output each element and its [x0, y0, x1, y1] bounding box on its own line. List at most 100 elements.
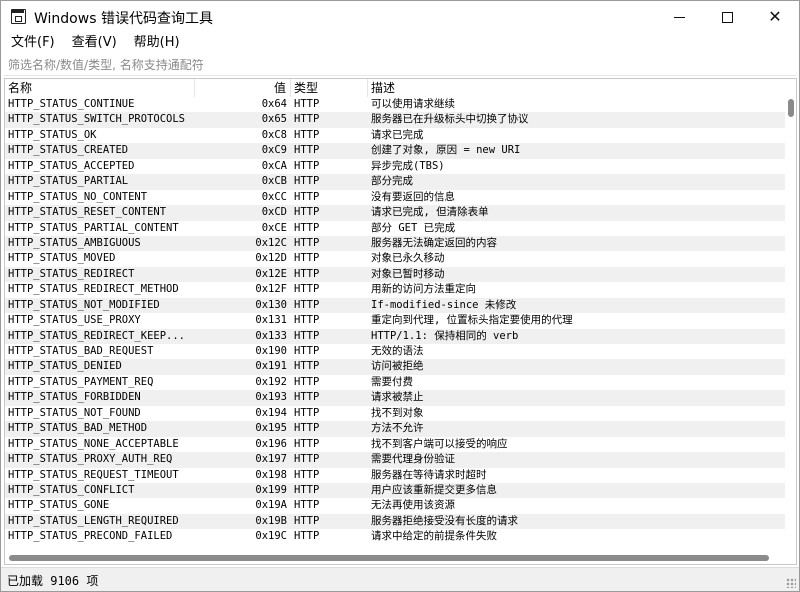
status-text: 已加载 9106 项 — [7, 574, 99, 588]
table-row[interactable]: HTTP_STATUS_ACCEPTED 0xCA HTTP 异步完成(TBS) — [5, 159, 786, 174]
table-row[interactable]: HTTP_STATUS_CONFLICT 0x199 HTTP 用户应该重新提交更多信… — [5, 482, 786, 499]
cell-name: HTTP_STATUS_USE_PROXY — [8, 314, 141, 327]
column-header-name[interactable]: 名称 — [5, 79, 195, 97]
cell-value: 0x192 — [255, 375, 287, 388]
table-row[interactable]: HTTP_STATUS_NO_CONTENT 0xCC HTTP 没有要返回的信息 — [5, 190, 786, 205]
cell-type: HTTP — [294, 345, 320, 357]
cell-name: HTTP_STATUS_PRECOND_FAILED — [8, 530, 173, 543]
cell-description: 创建了对象, 原因 = new URI — [371, 144, 521, 157]
cell-type: HTTP — [294, 483, 320, 496]
table-row[interactable]: HTTP_STATUS_REQUEST_TIMEOUT 0x198 HTTP 服务器在… — [5, 468, 786, 483]
table-row[interactable]: HTTP_STATUS_REDIRECT 0x12E HTTP 对象已暂时移动 — [5, 266, 786, 283]
table-row[interactable]: HTTP_STATUS_NOT_FOUND 0x194 HTTP 找不到对象 — [5, 406, 786, 421]
table-row[interactable]: HTTP_STATUS_BAD_METHOD 0x195 HTTP 方法不允许 — [5, 421, 786, 437]
cell-type: HTTP — [294, 375, 320, 388]
table-row[interactable]: HTTP_STATUS_PRECOND_FAILED 0x19C HTTP 请求中给定… — [5, 529, 786, 544]
cell-name: HTTP_STATUS_FORBIDDEN — [8, 391, 141, 404]
menu-view[interactable]: 查看(V) — [62, 33, 124, 54]
cell-description: 用新的访问方法重定向 — [371, 283, 476, 296]
vertical-scrollbar[interactable] — [785, 79, 796, 553]
cell-type: HTTP — [294, 221, 320, 234]
cell-name: HTTP_STATUS_REDIRECT — [8, 267, 135, 280]
cell-value: 0xCB — [261, 175, 287, 188]
app-window: Windows 错误代码查询工具 ✕ 文件(F) 查看(V) 帮助(H) 名称 … — [0, 0, 800, 592]
table-row[interactable]: HTTP_STATUS_BAD_REQUEST 0x190 HTTP 无效的语法 — [5, 344, 786, 359]
table-row[interactable]: HTTP_STATUS_CREATED 0xC9 HTTP 创建了对象, 原因 = n… — [5, 143, 786, 159]
cell-description: 服务器在等待请求时超时 — [371, 468, 487, 481]
cell-value: 0x12F — [255, 283, 287, 296]
cell-description: 服务器无法确定返回的内容 — [371, 236, 497, 249]
cell-value: 0x197 — [255, 453, 287, 466]
column-header-value[interactable]: 值 — [195, 79, 291, 97]
cell-description: If-modified-since 未修改 — [371, 298, 517, 311]
cell-value: 0xCA — [261, 159, 287, 172]
minimize-button[interactable] — [655, 1, 703, 33]
table-row[interactable]: HTTP_STATUS_NOT_MODIFIED 0x130 HTTP If-modi… — [5, 297, 786, 314]
cell-name: HTTP_STATUS_REDIRECT_KEEP... — [8, 329, 186, 342]
table-row[interactable]: HTTP_STATUS_USE_PROXY 0x131 HTTP 重定向到代理, 位置… — [5, 313, 786, 328]
table-row[interactable]: HTTP_STATUS_OK 0xC8 HTTP 请求已完成 — [5, 128, 786, 143]
table-row[interactable]: HTTP_STATUS_PROXY_AUTH_REQ 0x197 HTTP 需要代理身… — [5, 452, 786, 468]
vertical-scroll-thumb[interactable] — [788, 99, 794, 117]
maximize-button[interactable] — [703, 1, 751, 33]
table-row[interactable]: HTTP_STATUS_REDIRECT_METHOD 0x12F HTTP 用新的访… — [5, 282, 786, 297]
menu-bar: 文件(F) 查看(V) 帮助(H) — [1, 33, 799, 54]
cell-value: 0x64 — [261, 98, 287, 110]
filter-input[interactable] — [4, 54, 797, 76]
table-row[interactable]: HTTP_STATUS_NONE_ACCEPTABLE 0x196 HTTP 找不到客… — [5, 437, 786, 452]
column-header-description[interactable]: 描述 — [368, 79, 786, 97]
menu-help[interactable]: 帮助(H) — [124, 33, 187, 54]
column-header-type[interactable]: 类型 — [291, 79, 368, 97]
cell-type: HTTP — [294, 128, 320, 141]
status-bar: 已加载 9106 项 — [1, 567, 799, 591]
cell-type: HTTP — [294, 144, 320, 157]
cell-name: HTTP_STATUS_PARTIAL — [8, 175, 129, 188]
cell-type: HTTP — [294, 159, 320, 172]
table-row[interactable]: HTTP_STATUS_GONE 0x19A HTTP 无法再使用该资源 — [5, 498, 786, 513]
table-row[interactable]: HTTP_STATUS_MOVED 0x12D HTTP 对象已永久移动 — [5, 251, 786, 266]
cell-name: HTTP_STATUS_BAD_METHOD — [8, 422, 148, 435]
menu-file[interactable]: 文件(F) — [1, 33, 62, 54]
table-row[interactable]: HTTP_STATUS_RESET_CONTENT 0xCD HTTP 请求已完成, … — [5, 205, 786, 221]
table-row[interactable]: HTTP_STATUS_PAYMENT_REQ 0x192 HTTP 需要付费 — [5, 375, 786, 390]
close-button[interactable]: ✕ — [751, 1, 799, 33]
app-window-icon — [11, 9, 26, 24]
cell-value: 0x130 — [255, 298, 287, 311]
cell-description: 请求被禁止 — [371, 391, 424, 404]
table-row[interactable]: HTTP_STATUS_CONTINUE 0x64 HTTP 可以使用请求继续 — [5, 97, 786, 112]
maximize-icon — [721, 11, 733, 23]
cell-name: HTTP_STATUS_REQUEST_TIMEOUT — [8, 468, 179, 481]
window-title: Windows 错误代码查询工具 — [34, 11, 213, 27]
cell-type: HTTP — [294, 252, 320, 265]
cell-type: HTTP — [294, 236, 320, 249]
title-bar[interactable]: Windows 错误代码查询工具 ✕ — [1, 1, 799, 33]
cell-value: 0x12C — [255, 236, 287, 249]
filter-box — [4, 54, 797, 76]
cell-name: HTTP_STATUS_BAD_REQUEST — [8, 345, 154, 357]
cell-name: HTTP_STATUS_REDIRECT_METHOD — [8, 283, 179, 296]
cell-name: HTTP_STATUS_NONE_ACCEPTABLE — [8, 437, 179, 450]
error-code-list[interactable]: 名称 值 类型 描述 HTTP_STATUS_CONTINUE 0x64 HTTP 可… — [4, 78, 797, 565]
cell-type: HTTP — [294, 283, 320, 296]
cell-value: 0x133 — [255, 329, 287, 342]
cell-type: HTTP — [294, 298, 320, 311]
table-row[interactable]: HTTP_STATUS_LENGTH_REQUIRED 0x19B HTTP 服务器拒… — [5, 513, 786, 530]
table-row[interactable]: HTTP_STATUS_AMBIGUOUS 0x12C HTTP 服务器无法确定返回的… — [5, 235, 786, 252]
resize-grip-icon[interactable] — [786, 578, 796, 588]
cell-description: 对象已暂时移动 — [371, 267, 445, 280]
table-row[interactable]: HTTP_STATUS_FORBIDDEN 0x193 HTTP 请求被禁止 — [5, 390, 786, 406]
cell-description: 服务器拒绝接受没有长度的请求 — [371, 514, 518, 527]
table-row[interactable]: HTTP_STATUS_DENIED 0x191 HTTP 访问被拒绝 — [5, 359, 786, 375]
table-row[interactable]: HTTP_STATUS_REDIRECT_KEEP... 0x133 HTTP HTT… — [5, 328, 786, 344]
table-row[interactable]: HTTP_STATUS_SWITCH_PROTOCOLS 0x65 HTTP 服务器已… — [5, 112, 786, 128]
horizontal-scrollbar[interactable] — [5, 552, 786, 564]
cell-value: 0x191 — [255, 360, 287, 373]
cell-type: HTTP — [294, 406, 320, 419]
cell-value: 0x19B — [255, 514, 287, 527]
horizontal-scroll-thumb[interactable] — [9, 555, 769, 561]
cell-name: HTTP_STATUS_NO_CONTENT — [8, 190, 148, 203]
table-row[interactable]: HTTP_STATUS_PARTIAL 0xCB HTTP 部分完成 — [5, 174, 786, 190]
cell-value: 0xCE — [261, 221, 287, 234]
cell-description: 找不到对象 — [371, 406, 424, 419]
table-row[interactable]: HTTP_STATUS_PARTIAL_CONTENT 0xCE HTTP 部分 GE… — [5, 221, 786, 236]
